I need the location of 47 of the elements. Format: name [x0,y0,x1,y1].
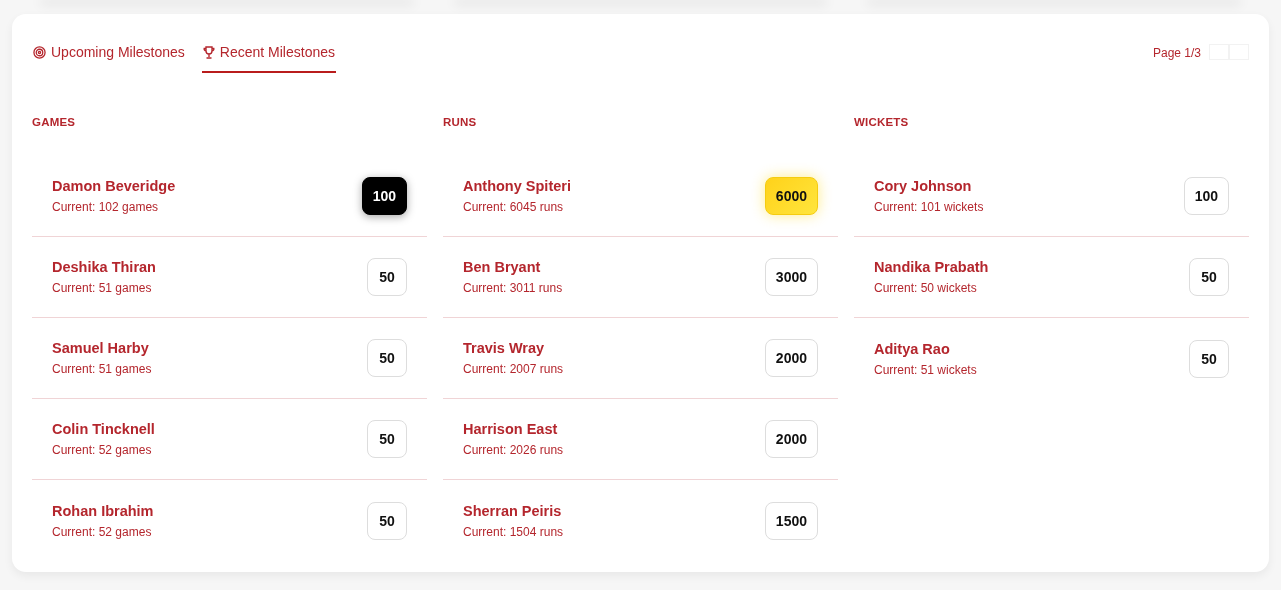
trophy-icon [202,45,215,59]
player-name: Samuel Harby [52,340,150,356]
player-name: Travis Wray [463,340,546,356]
current-count: Current: 52 games [52,443,153,457]
milestone-badge: 100 [1183,177,1229,215]
player-name: Aditya Rao [874,340,951,357]
current-count: Current: 3011 runs [463,281,564,295]
player-name: Damon Beveridge [52,178,177,194]
player-name: Sherran Peiris [463,502,563,519]
milestone-badge: 50 [367,339,407,377]
milestone-badge: 50 [1189,258,1229,296]
player-name: Nandika Prabath [874,259,990,275]
column-heading: WICKETS [854,116,910,128]
current-count: Current: 2007 runs [463,362,565,376]
milestone-badge: 50 [367,501,407,540]
current-count: Current: 1504 runs [463,524,565,539]
column-heading: RUNS [443,116,478,128]
milestone-badge: 3000 [764,258,818,296]
player-name: Harrison East [463,421,559,437]
current-count: Current: 51 games [52,362,153,376]
milestone-badge: 50 [367,258,407,296]
target-icon [33,45,46,59]
current-count: Current: 101 wickets [874,200,985,214]
current-count: Current: 50 wickets [874,281,978,295]
milestone-badge: 2000 [764,339,818,377]
milestone-badge: 6000 [764,177,818,215]
current-count: Current: 2026 runs [463,443,565,457]
tab[interactable]: Upcoming Milestones [32,44,186,73]
current-count: Current: 51 games [52,281,153,295]
player-name: Ben Bryant [463,259,542,275]
player-name: Rohan Ibrahim [52,502,155,519]
milestone-badge: 2000 [764,420,818,458]
page-indicator: Page 1/3 [1152,46,1201,60]
column-heading: GAMES [32,116,77,128]
tab[interactable]: Recent Milestones [201,44,336,73]
current-count: Current: 52 games [52,524,153,539]
player-name: Colin Tincknell [52,421,156,437]
current-count: Current: 102 games [52,200,160,214]
player-name: Anthony Spiteri [463,178,572,194]
player-name: Deshika Thiran [52,259,157,275]
milestone-badge: 100 [361,177,407,215]
milestone-badge: 50 [367,420,407,458]
milestone-badge: 50 [1189,339,1229,378]
current-count: Current: 51 wickets [874,362,978,377]
current-count: Current: 6045 runs [463,200,565,214]
milestone-badge: 1500 [764,501,818,540]
player-name: Cory Johnson [874,178,973,194]
